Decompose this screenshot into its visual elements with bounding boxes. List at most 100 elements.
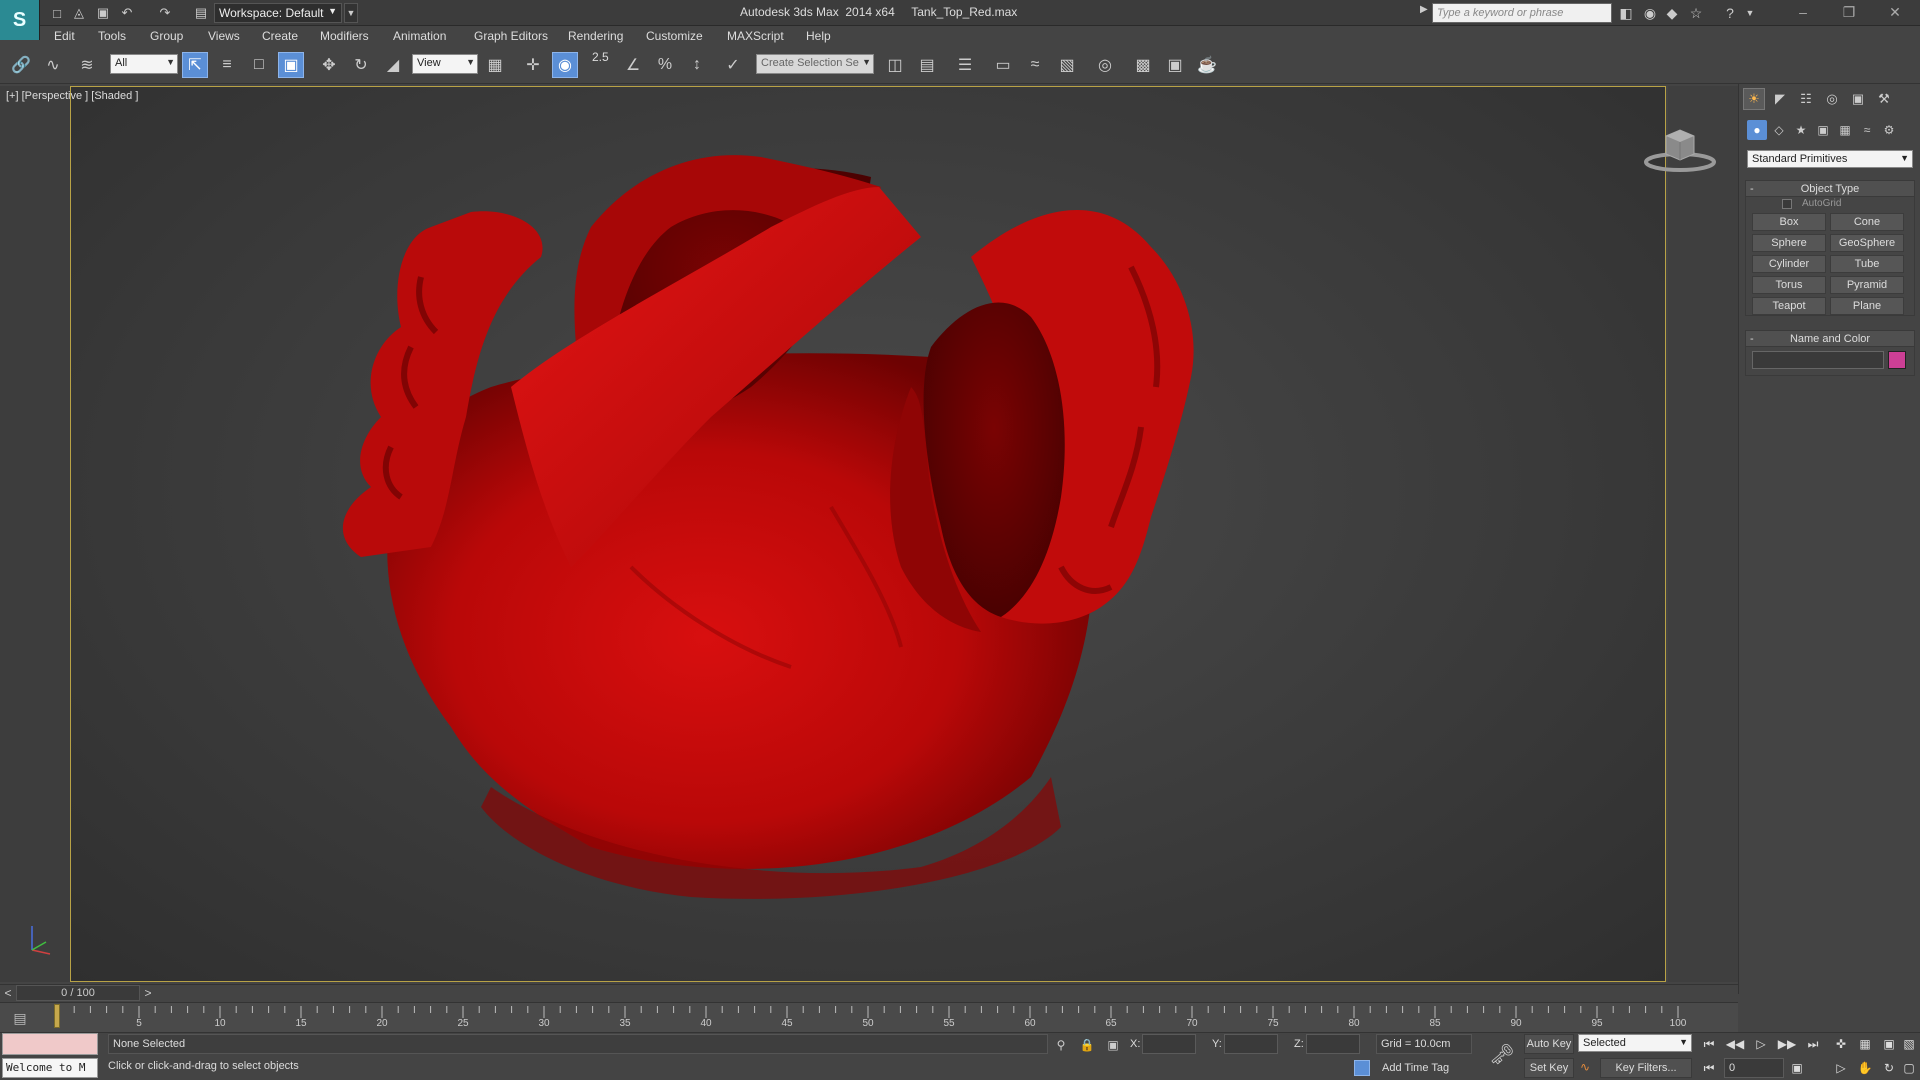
selection-filter-dropdown[interactable]: All ▼ [110, 54, 178, 74]
rectangular-selection-region-icon[interactable]: □ [246, 52, 272, 78]
schematic-view-icon[interactable]: ▧ [1054, 52, 1080, 78]
play-icon[interactable]: ▷ [1750, 1034, 1772, 1054]
named-selection-dropdown[interactable]: Create Selection Se ▼ [756, 54, 874, 74]
application-menu-button[interactable]: S [0, 0, 40, 40]
field-of-view-icon[interactable]: ▷ [1830, 1058, 1852, 1078]
display-tab-icon[interactable]: ▣ [1847, 88, 1869, 110]
y-coordinate-field[interactable] [1224, 1034, 1278, 1054]
menu-views[interactable]: Views [208, 29, 240, 43]
select-and-move-icon[interactable]: ✥ [316, 52, 342, 78]
geometry-icon[interactable]: ● [1747, 120, 1767, 140]
next-key-icon[interactable]: ▶▶ [1776, 1034, 1798, 1054]
open-mini-curve-editor-icon[interactable]: ▤ [8, 1008, 32, 1028]
save-icon[interactable]: ▣ [94, 4, 112, 22]
select-and-rotate-icon[interactable]: ↻ [348, 52, 374, 78]
systems-icon[interactable]: ⚙ [1879, 120, 1899, 140]
cameras-icon[interactable]: ▣ [1813, 120, 1833, 140]
z-coordinate-field[interactable] [1306, 1034, 1360, 1054]
redo-icon[interactable]: ↷ [156, 4, 174, 22]
angle-snap-icon[interactable]: ∠ [620, 52, 646, 78]
go-to-end-icon[interactable]: ⏭ [1802, 1034, 1824, 1054]
zoom-icon[interactable]: ✜ [1830, 1034, 1852, 1054]
menu-modifiers[interactable]: Modifiers [320, 29, 369, 43]
workspace-dropdown[interactable]: Workspace: Default ▼ [214, 3, 342, 23]
menu-create[interactable]: Create [262, 29, 298, 43]
select-and-scale-icon[interactable]: ◢ [380, 52, 406, 78]
pan-view-icon[interactable]: ✋ [1854, 1058, 1876, 1078]
lights-icon[interactable]: ★ [1791, 120, 1811, 140]
time-tag-icon[interactable] [1354, 1060, 1370, 1076]
rendered-frame-window-icon[interactable]: ▣ [1162, 52, 1188, 78]
keyboard-shortcut-override-icon[interactable]: ◉ [552, 52, 578, 78]
object-name-field[interactable] [1752, 351, 1884, 369]
auto-key-button[interactable]: Auto Key [1524, 1034, 1574, 1054]
key-mode-dropdown[interactable]: Selected ▼ [1578, 1034, 1692, 1052]
search-input[interactable]: Type a keyword or phrase [1432, 3, 1612, 23]
spinner-snap-icon[interactable]: ↕ [684, 52, 710, 78]
space-warps-icon[interactable]: ≈ [1857, 120, 1877, 140]
quick-access-customize-icon[interactable]: ▼ [344, 3, 358, 23]
unlink-selection-icon[interactable]: ∿ [40, 52, 66, 78]
x-coordinate-field[interactable] [1142, 1034, 1196, 1054]
viewcube-icon[interactable] [1640, 120, 1720, 180]
pyramid-button[interactable]: Pyramid [1830, 276, 1904, 294]
tube-button[interactable]: Tube [1830, 255, 1904, 273]
render-setup-icon[interactable]: ▩ [1130, 52, 1156, 78]
motion-tab-icon[interactable]: ◎ [1821, 88, 1843, 110]
reference-coordinate-dropdown[interactable]: View ▼ [412, 54, 478, 74]
helpers-icon[interactable]: ▦ [1835, 120, 1855, 140]
menu-animation[interactable]: Animation [393, 29, 446, 43]
sphere-button[interactable]: Sphere [1752, 234, 1826, 252]
restore-icon[interactable]: ❐ [1826, 0, 1872, 24]
menu-help[interactable]: Help [806, 29, 831, 43]
menu-maxscript[interactable]: MAXScript [727, 29, 784, 43]
binoculars-icon[interactable]: ◧ [1616, 3, 1636, 23]
layer-explorer-icon[interactable]: ☰ [952, 52, 978, 78]
menu-rendering[interactable]: Rendering [568, 29, 623, 43]
maximize-viewport-icon[interactable]: ▢ [1898, 1058, 1920, 1078]
material-editor-icon[interactable]: ◎ [1092, 52, 1118, 78]
window-crossing-icon[interactable]: ▣ [278, 52, 304, 78]
torus-button[interactable]: Torus [1752, 276, 1826, 294]
select-object-icon[interactable]: ⇱ [182, 52, 208, 78]
minimize-icon[interactable]: – [1780, 0, 1826, 24]
previous-frame-arrow-icon[interactable]: < [0, 984, 16, 1002]
close-icon[interactable]: ✕ [1872, 0, 1918, 24]
edit-named-selection-icon[interactable]: ✓ [720, 52, 746, 78]
menu-group[interactable]: Group [150, 29, 183, 43]
isolate-selection-icon[interactable]: ⚲ [1052, 1036, 1070, 1054]
communication-center-icon[interactable]: ◉ [1640, 3, 1660, 23]
key-filters-button[interactable]: Key Filters... [1600, 1058, 1692, 1078]
toggle-ribbon-icon[interactable]: ▭ [990, 52, 1016, 78]
open-file-icon[interactable]: ◬ [70, 4, 88, 22]
create-tab-icon[interactable]: ☀ [1743, 88, 1765, 110]
teapot-button[interactable]: Teapot [1752, 297, 1826, 315]
time-slider-thumb[interactable]: 0 / 100 [16, 985, 140, 1001]
object-color-swatch[interactable] [1888, 351, 1906, 369]
utilities-tab-icon[interactable]: ⚒ [1873, 88, 1895, 110]
autogrid-checkbox[interactable] [1782, 199, 1792, 209]
cone-button[interactable]: Cone [1830, 213, 1904, 231]
next-frame-arrow-icon[interactable]: > [140, 984, 156, 1002]
bind-to-space-warp-icon[interactable]: ≋ [74, 52, 100, 78]
search-expand-icon[interactable]: ▶ [1420, 4, 1428, 15]
object-type-header[interactable]: - Object Type [1746, 181, 1914, 197]
use-pivot-center-icon[interactable]: ▦ [482, 52, 508, 78]
shapes-icon[interactable]: ◇ [1769, 120, 1789, 140]
box-button[interactable]: Box [1752, 213, 1826, 231]
set-key-button[interactable]: Set Key [1524, 1058, 1574, 1078]
render-production-icon[interactable]: ☕ [1194, 52, 1220, 78]
current-frame-field[interactable]: 0 [1724, 1058, 1784, 1078]
menu-tools[interactable]: Tools [98, 29, 126, 43]
help-icon[interactable]: ? [1720, 3, 1740, 23]
orbit-icon[interactable]: ↻ [1878, 1058, 1900, 1078]
key-mode-toggle-icon[interactable]: ⏮ [1698, 1058, 1720, 1078]
key-filter-curve-icon[interactable]: ∿ [1580, 1060, 1596, 1076]
previous-key-icon[interactable]: ◀◀ [1724, 1034, 1746, 1054]
maxscript-output[interactable]: Welcome to M [2, 1058, 98, 1078]
perspective-viewport[interactable] [70, 86, 1666, 982]
select-and-manipulate-icon[interactable]: ✛ [520, 52, 546, 78]
selection-lock-icon[interactable]: 🔒 [1078, 1036, 1096, 1054]
zoom-extents-all-icon[interactable]: ▧ [1898, 1034, 1920, 1054]
menu-customize[interactable]: Customize [646, 29, 703, 43]
